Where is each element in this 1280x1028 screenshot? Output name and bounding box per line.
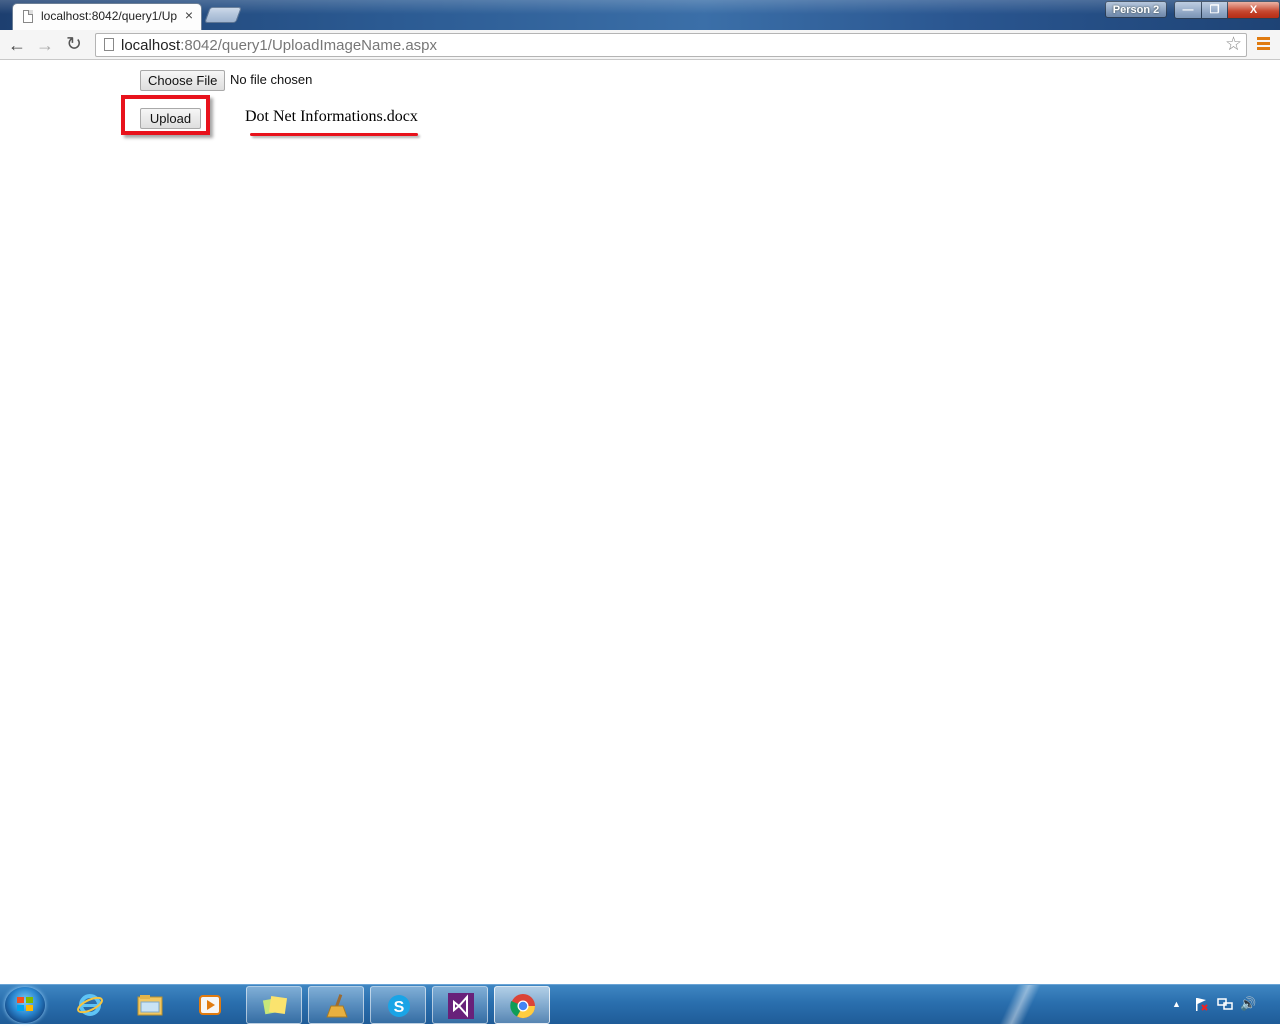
windows-taskbar: S — [0, 984, 1280, 1025]
visual-studio-icon[interactable] — [432, 986, 488, 1024]
url-host: localhost — [121, 37, 181, 54]
tab-title: localhost:8042/query1/Up — [41, 9, 178, 23]
start-orb[interactable] — [5, 987, 45, 1023]
new-tab-button[interactable] — [204, 7, 242, 23]
volume-icon[interactable]: 🔊 — [1240, 996, 1256, 1012]
upload-button[interactable]: Upload — [140, 108, 201, 129]
window-title-bar: localhost:8042/query1/Up × Person 2 — ❐ … — [0, 0, 1280, 30]
uploaded-file-name: Dot Net Informations.docx — [245, 108, 418, 125]
address-bar[interactable]: localhost:8042/query1/UploadImageName.as… — [95, 33, 1247, 57]
choose-file-button[interactable]: Choose File — [140, 70, 226, 91]
svg-text:S: S — [394, 999, 405, 1016]
window-controls: — ❐ X — [1174, 1, 1280, 19]
internet-explorer-icon[interactable] — [62, 986, 118, 1024]
tab-close-icon[interactable]: × — [185, 7, 193, 23]
bookmark-star-icon[interactable]: ☆ — [1225, 34, 1242, 56]
back-arrow-icon[interactable]: ← — [5, 33, 29, 57]
chrome-icon[interactable] — [494, 986, 550, 1024]
forward-arrow-icon[interactable]: → — [33, 33, 57, 57]
file-name-underline-annotation — [250, 133, 418, 136]
page-icon — [23, 10, 33, 23]
page-content: Choose File No file chosen Upload Dot Ne… — [0, 60, 1280, 984]
chrome-menu-icon[interactable] — [1257, 37, 1270, 51]
ccleaner-icon[interactable] — [308, 986, 364, 1024]
file-explorer-icon[interactable] — [122, 986, 178, 1024]
minimize-button[interactable]: — — [1174, 1, 1202, 19]
action-center-flag-icon[interactable] — [1193, 996, 1209, 1012]
restore-button[interactable]: ❐ — [1202, 1, 1228, 19]
media-player-icon[interactable] — [182, 986, 238, 1024]
url-path: :8042/query1/UploadImageName.aspx — [180, 37, 438, 54]
close-window-button[interactable]: X — [1228, 1, 1280, 19]
page-icon — [104, 38, 114, 51]
reload-icon[interactable]: ↻ — [62, 33, 86, 57]
url-text[interactable]: localhost:8042/query1/UploadImageName.as… — [121, 37, 437, 54]
sticky-notes-icon[interactable] — [246, 986, 302, 1024]
profile-button[interactable]: Person 2 — [1105, 1, 1167, 18]
browser-tab[interactable]: localhost:8042/query1/Up × — [12, 3, 202, 30]
skype-icon[interactable]: S — [370, 986, 426, 1024]
network-icon[interactable] — [1216, 996, 1234, 1012]
browser-toolbar: ← → ↻ localhost:8042/query1/UploadImageN… — [0, 30, 1280, 60]
file-status-text: No file chosen — [230, 72, 313, 87]
tray-show-hidden-icon[interactable]: ▲ — [1172, 999, 1181, 1009]
